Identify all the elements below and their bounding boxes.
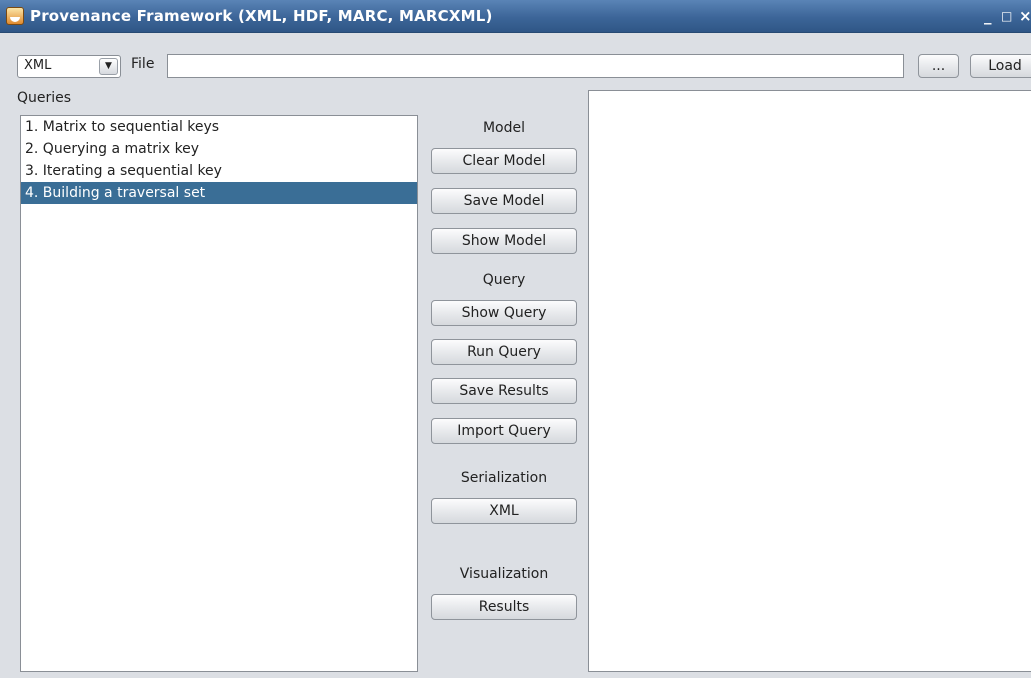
results-visualization-button[interactable]: Results — [431, 594, 577, 620]
file-path-input[interactable] — [168, 55, 903, 77]
clear-model-button[interactable]: Clear Model — [431, 148, 577, 174]
format-dropdown[interactable]: XML ▼ — [17, 55, 121, 78]
query-item-1[interactable]: 1. Matrix to sequential keys — [21, 116, 417, 138]
query-item-2[interactable]: 2. Querying a matrix key — [21, 138, 417, 160]
format-selected-value: XML — [24, 58, 52, 73]
show-query-button[interactable]: Show Query — [431, 300, 577, 326]
output-panel[interactable] — [588, 90, 1031, 672]
chevron-down-icon[interactable]: ▼ — [99, 58, 118, 75]
queries-label: Queries — [17, 90, 72, 106]
save-results-button[interactable]: Save Results — [431, 378, 577, 404]
minimize-icon[interactable]: _ — [984, 8, 992, 24]
window-title: Provenance Framework (XML, HDF, MARC, MA… — [30, 7, 493, 25]
title-bar[interactable]: Provenance Framework (XML, HDF, MARC, MA… — [0, 0, 1031, 33]
xml-serialization-button[interactable]: XML — [431, 498, 577, 524]
model-section-label: Model — [482, 120, 526, 136]
maximize-icon[interactable]: □ — [1001, 8, 1012, 24]
load-button[interactable]: Load — [970, 54, 1031, 78]
file-label: File — [131, 56, 155, 72]
close-icon[interactable]: × — [1019, 8, 1031, 24]
import-query-button[interactable]: Import Query — [431, 418, 577, 444]
query-item-4-selected[interactable]: 4. Building a traversal set — [21, 182, 417, 204]
query-section-label: Query — [482, 272, 526, 288]
browse-button[interactable]: ... — [918, 54, 959, 78]
queries-list[interactable]: 1. Matrix to sequential keys 2. Querying… — [20, 115, 418, 672]
show-model-button[interactable]: Show Model — [431, 228, 577, 254]
serialization-section-label: Serialization — [460, 470, 548, 486]
file-path-field[interactable] — [167, 54, 904, 78]
visualization-section-label: Visualization — [459, 566, 549, 582]
save-model-button[interactable]: Save Model — [431, 188, 577, 214]
java-app-icon — [6, 7, 24, 25]
query-item-3[interactable]: 3. Iterating a sequential key — [21, 160, 417, 182]
run-query-button[interactable]: Run Query — [431, 339, 577, 365]
